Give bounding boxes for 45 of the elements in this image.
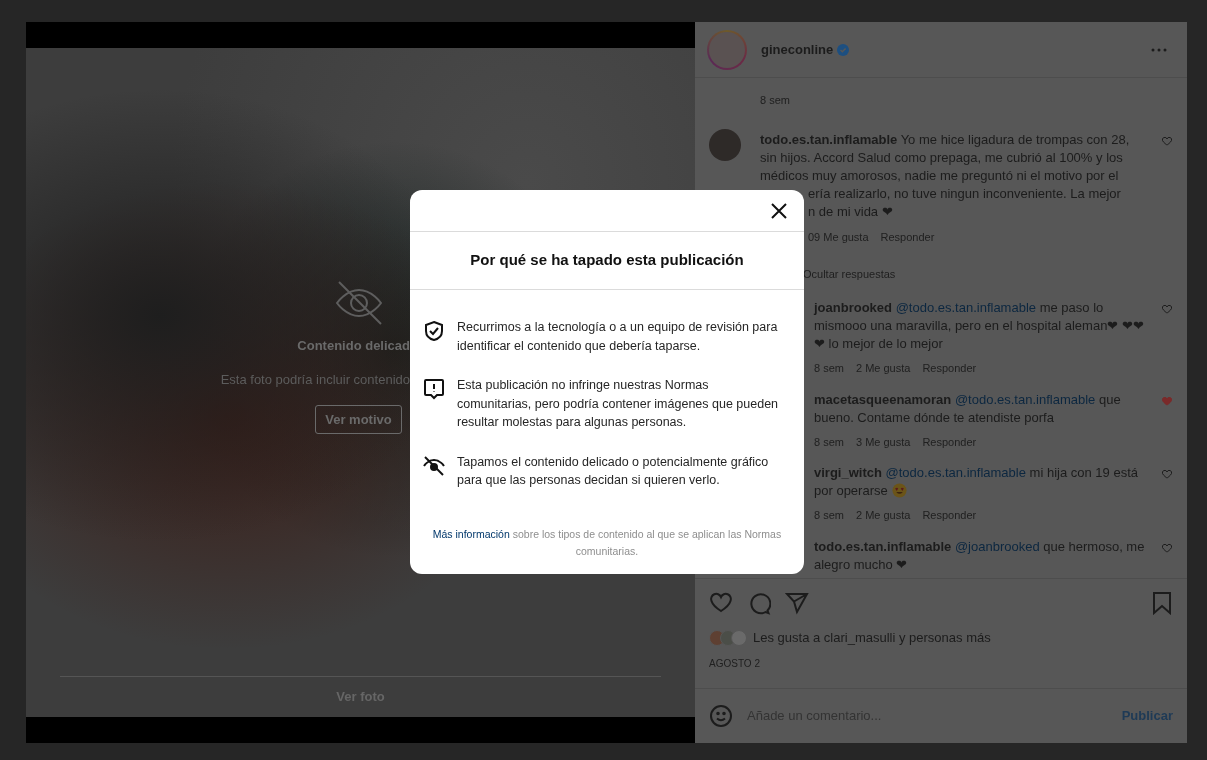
commenter-avatar[interactable] [709,128,741,161]
mention-link[interactable]: @todo.es.tan.inflamable [954,391,1096,407]
comment-bubble-icon[interactable] [747,591,771,615]
heart-icon[interactable] [1161,541,1173,554]
comment-username[interactable]: todo.es.tan.inflamable [760,131,898,147]
reason-text: Recurrimos a la tecnología o a un equipo de revisión para identificar el contenido que debería taparse. [457,319,779,355]
sensitive-content-title: Contenido delicad [297,337,410,355]
liker-avatar [731,629,747,646]
more-info-link[interactable]: Más información [432,527,510,540]
sensitive-content-text: Esta foto podría incluir contenido [220,370,410,389]
more-options-icon[interactable] [1151,47,1167,52]
filled-heart-icon[interactable] [1161,394,1173,407]
reply-username[interactable]: macetasqueenamoran [814,391,952,407]
paper-plane-icon[interactable] [785,591,809,615]
eye-slash-icon [334,280,383,326]
comment-text-line: n de mi vida ❤ [808,202,893,221]
reply-username[interactable]: joanbrooked [814,300,892,315]
bookmark-icon[interactable] [1151,591,1173,615]
mention-link[interactable]: @todo.es.tan.inflamable [895,300,1037,315]
reason-text: Esta publicación no infringe nuestras Normas comunitarias, pero podría contener imágenes que pueden resultar molestas para algunas personas. [457,377,780,431]
smiley-icon[interactable] [709,704,733,728]
account-username[interactable]: gineconline [761,39,834,60]
reason-text: Tapamos el contenido delicado o potencialmente gráfico para que las personas decidan si quieren verlo. [457,453,770,489]
reply-text: macetasqueenamoran @todo.es.tan.inflamable que bueno. Contame dónde te atendiste porfa [814,390,1122,427]
modal-title: Por qué se ha tapado esta publicación [470,250,744,271]
comment-text-line: ería realizarlo, no tuve ningun inconveniente. La mejor [808,184,1121,203]
heart-icon[interactable] [1161,468,1173,480]
shield-check-icon [422,319,446,343]
likes-summary[interactable]: Les gusta a clari_masulli y personas más [753,628,991,648]
heart-icon[interactable] [709,591,733,615]
reply-username[interactable]: todo.es.tan.inflamable [814,538,952,554]
reply-text: todo.es.tan.inflamable @joanbrooked que hermoso, me alegro mucho ❤ [814,537,1146,574]
eye-off-icon [422,453,446,478]
mention-link[interactable]: @joanbrooked [954,538,1040,554]
alert-bubble-icon [422,377,446,401]
heart-eyes-emoji-icon [891,483,907,498]
reply-username[interactable]: virgi_witch [814,465,882,480]
more-info-text: Más información sobre los tipos de contenido al que se aplican las Normas comunitarias. [431,526,783,559]
heart-icon[interactable] [1161,134,1173,147]
mention-link[interactable]: @todo.es.tan.inflamable [885,465,1026,480]
see-reason-button[interactable]: Ver motivo [315,405,402,434]
reply-text: joanbrooked @todo.es.tan.inflamable me paso lo mismooo una maravilla, pero en el hospital aleman❤ ❤❤❤ lo mejor de lo mejor [814,299,1145,353]
avatar-ring[interactable] [707,29,747,70]
heart-icon[interactable] [1161,303,1173,315]
close-icon[interactable] [770,201,788,220]
